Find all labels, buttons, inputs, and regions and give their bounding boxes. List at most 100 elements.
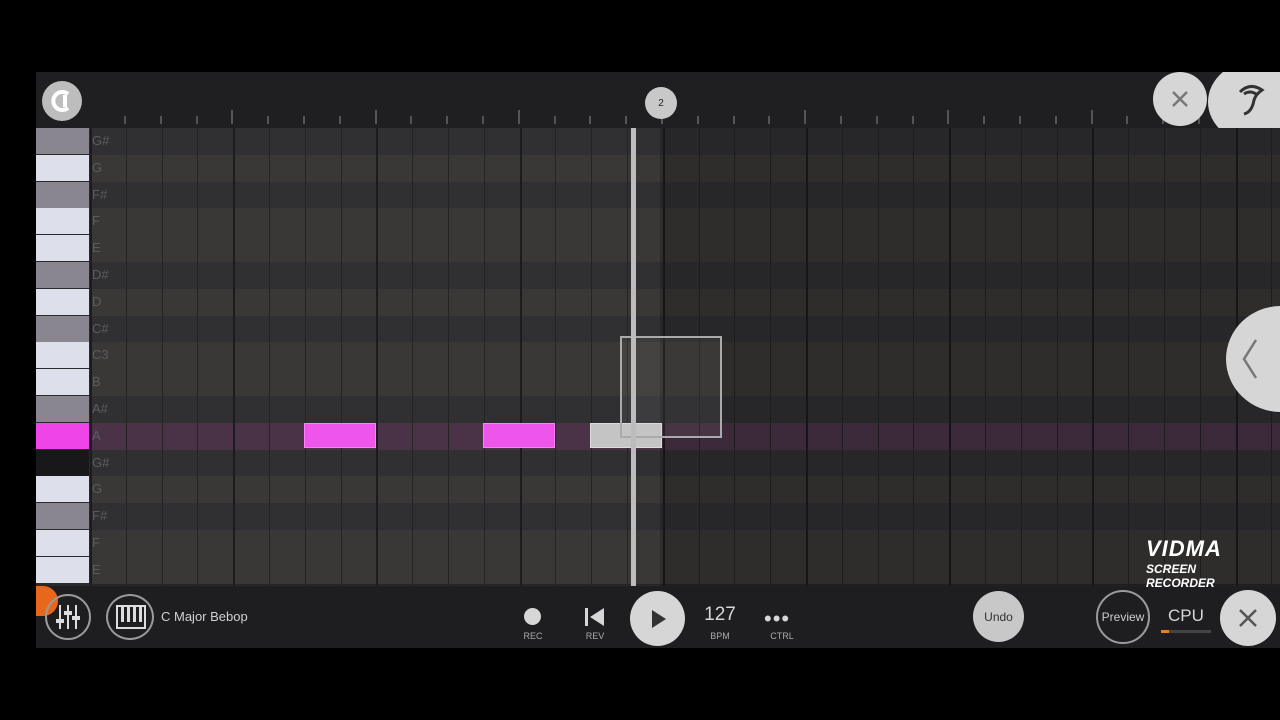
mixer-button[interactable] (45, 594, 91, 640)
ruler-tick (374, 110, 377, 124)
note[interactable] (483, 423, 555, 448)
note-row-label: C# (92, 320, 109, 336)
ruler-tick (267, 116, 270, 124)
grid-line (376, 128, 379, 586)
piano-key[interactable] (36, 476, 89, 503)
piano-key[interactable] (36, 396, 89, 422)
close-editor-button[interactable] (1153, 72, 1207, 126)
ruler-tick (124, 116, 126, 124)
timeline-ruler[interactable]: 2 (36, 72, 1280, 144)
ruler-tick (804, 110, 807, 124)
note-row-label: A (92, 427, 101, 443)
ctrl-label: CTRL (770, 631, 794, 641)
rev-label: REV (585, 631, 605, 641)
grid-line (161, 128, 163, 586)
ruler-tick (1126, 116, 1129, 124)
rewind-icon[interactable] (582, 606, 608, 628)
close-button[interactable] (1220, 590, 1276, 646)
grid-line (304, 128, 306, 586)
note-row-label: A# (92, 401, 108, 416)
grid-line (448, 128, 449, 586)
note[interactable] (304, 423, 376, 448)
ruler-tick (195, 116, 198, 124)
piano-key[interactable] (36, 128, 89, 154)
piano-key[interactable] (36, 154, 89, 181)
ruler-tick (446, 116, 449, 124)
unused-region-shade (660, 128, 1280, 586)
scale-preset-label[interactable]: C Major Bebop (161, 609, 248, 624)
piano-key[interactable] (36, 503, 89, 530)
grid-line (233, 128, 236, 586)
ruler-tick (696, 116, 699, 124)
grid-line (340, 128, 342, 586)
ruler-tick (553, 116, 556, 124)
piano-key[interactable] (36, 556, 89, 583)
piano-key[interactable] (36, 235, 89, 262)
watermark-logo: VIDMA (1146, 536, 1222, 561)
bpm-label: BPM (710, 631, 730, 641)
ruler-tick (947, 110, 950, 124)
ruler-tick (911, 116, 914, 124)
piano-key[interactable] (36, 262, 89, 288)
ruler-tick (1054, 116, 1057, 124)
ruler-tick (840, 116, 842, 124)
close-icon (1172, 91, 1188, 107)
piano-key[interactable] (36, 369, 89, 396)
ruler-tick (410, 116, 413, 124)
note-row-label: E (92, 240, 101, 256)
piano-roll-app: 2 G# G F# F E D# D C# C3 B A# A G# G F# F E (36, 72, 1280, 648)
grid-line (591, 128, 593, 586)
grid-line (269, 128, 270, 586)
note-row-label: F# (92, 508, 108, 524)
play-button[interactable] (630, 591, 685, 646)
playhead-line[interactable] (631, 128, 636, 586)
ruler-tick (589, 116, 592, 124)
note-row-label: D (92, 293, 102, 309)
fl-logo-icon (51, 90, 70, 112)
preview-button[interactable]: Preview (1096, 590, 1150, 644)
piano-keyboard[interactable] (36, 128, 90, 586)
piano-icon (116, 605, 146, 629)
bar-marker[interactable]: 2 (645, 87, 677, 119)
ruler-tick (231, 110, 234, 124)
piano-key[interactable] (36, 315, 89, 342)
ruler-tick (625, 116, 628, 124)
rec-label: REC (523, 631, 543, 641)
piano-key[interactable] (36, 530, 89, 556)
piano-key[interactable] (36, 342, 89, 369)
undo-button[interactable]: Undo (973, 591, 1024, 642)
fruit-icon (1238, 85, 1265, 116)
note-row-label: G# (92, 454, 110, 470)
ruler-tick (303, 116, 305, 124)
ruler-tick (768, 116, 771, 124)
more-dots-icon[interactable]: ••• (764, 606, 790, 632)
piano-key[interactable] (36, 449, 89, 476)
ruler-tick (875, 116, 878, 124)
note-row-label: F (92, 213, 100, 229)
grid-line (555, 128, 557, 586)
piano-key[interactable] (36, 422, 89, 449)
note-grid[interactable]: G# G F# F E D# D C# C3 B A# A G# G F# F E (90, 128, 1280, 586)
cpu-label: CPU (1168, 606, 1204, 625)
ruler-tick (732, 116, 735, 124)
piano-roll-button[interactable] (106, 594, 154, 640)
record-button[interactable] (524, 608, 541, 625)
app-logo-button[interactable] (42, 81, 82, 121)
grid-line (519, 128, 522, 586)
piano-key[interactable] (36, 288, 89, 315)
tempo-value[interactable]: 127 (700, 604, 740, 626)
note-row-label: G (92, 159, 103, 175)
ruler-tick (338, 116, 341, 124)
piano-key[interactable] (36, 208, 89, 235)
grid-line (197, 128, 199, 586)
note-row-label: G# (92, 133, 110, 148)
grid-line (90, 128, 92, 586)
grid-line (125, 128, 127, 586)
play-icon (651, 609, 666, 628)
note-row-label: C3 (92, 347, 109, 363)
close-icon (1239, 609, 1257, 627)
piano-key[interactable] (36, 181, 89, 208)
ruler-tick (983, 116, 986, 124)
cpu-meter (1161, 630, 1211, 633)
note-row-label: F# (92, 186, 108, 202)
